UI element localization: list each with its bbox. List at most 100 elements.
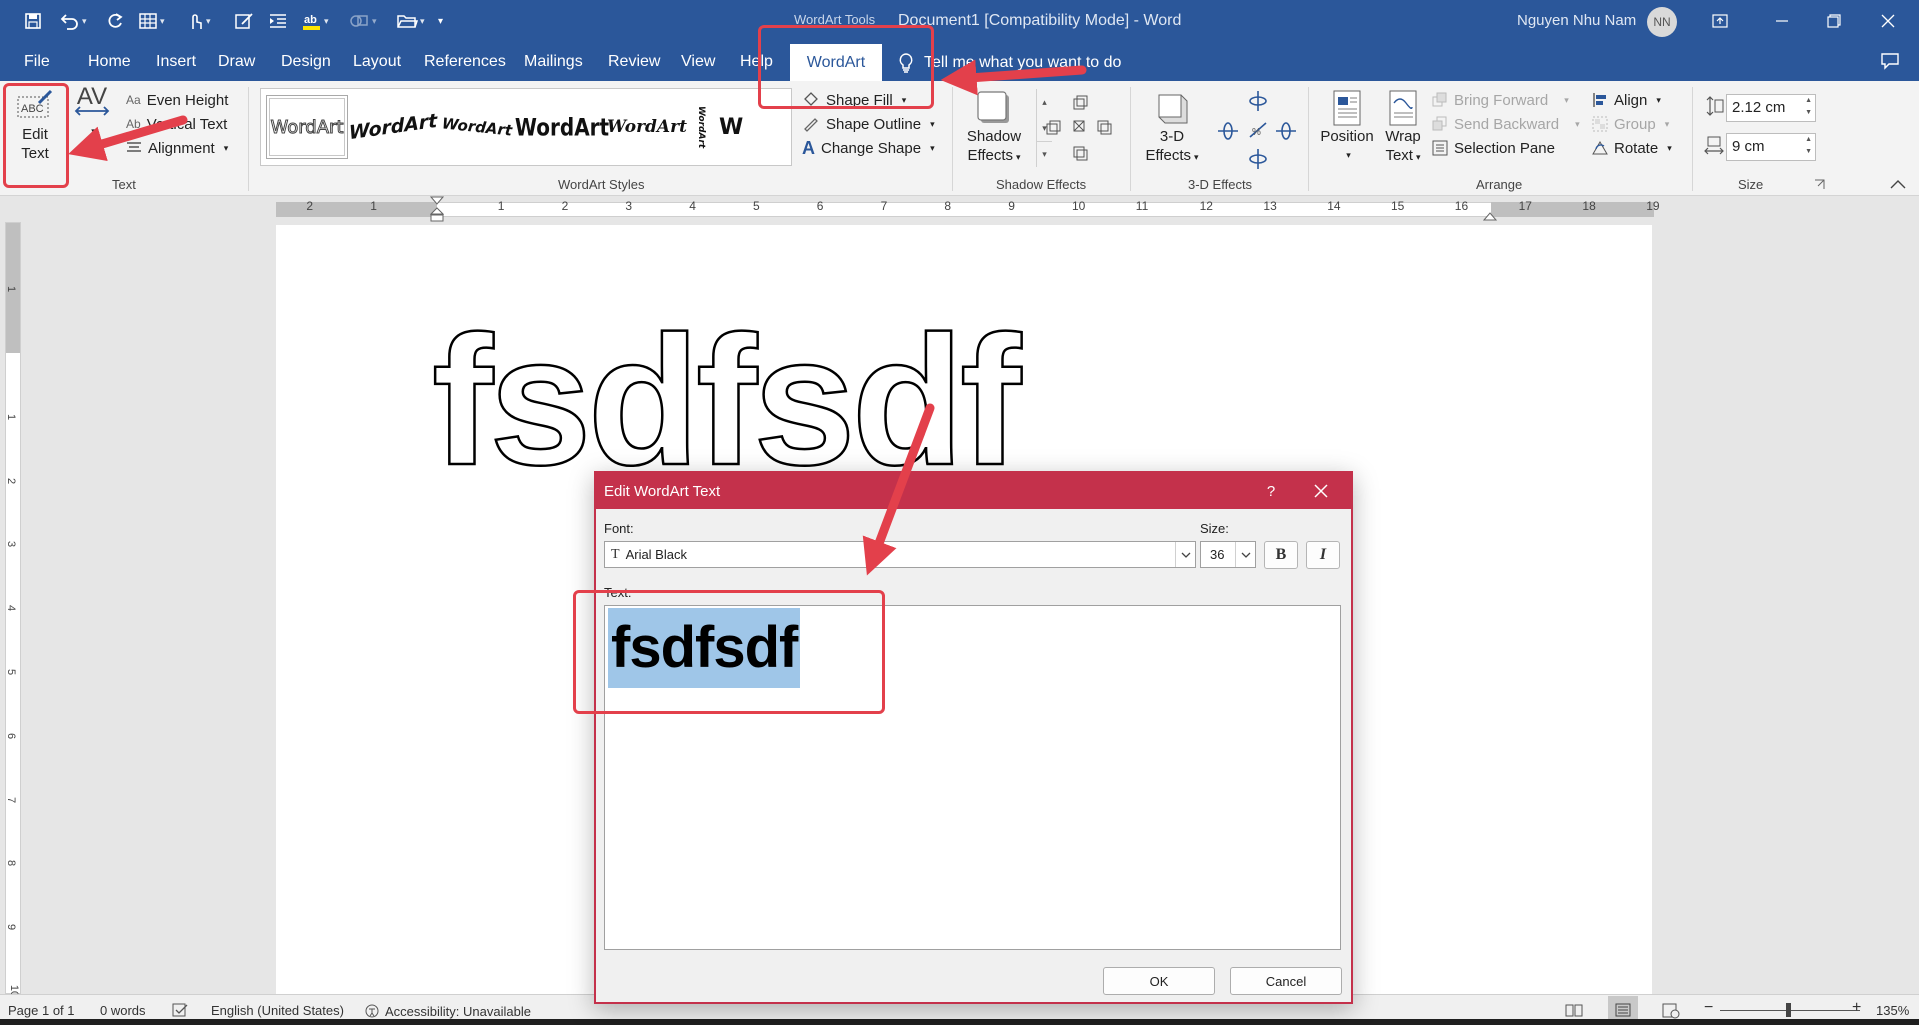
bold-button[interactable]: B (1264, 541, 1298, 569)
indent-marker-icon[interactable] (430, 196, 444, 222)
ribbon: ABC Edit Text AV ▾ Aa Even Height Ab Ver… (0, 81, 1919, 196)
zoom-slider-thumb[interactable] (1786, 1003, 1791, 1017)
tab-review[interactable]: Review (608, 53, 660, 71)
wordart-style-2[interactable]: WordArt (349, 89, 438, 164)
change-shape-button[interactable]: A Change Shape ▾ (802, 137, 935, 159)
tab-home[interactable]: Home (88, 53, 131, 71)
dialog-close-button[interactable] (1306, 478, 1336, 504)
wordart-style-5[interactable]: WordArt (606, 95, 688, 159)
save-icon[interactable] (24, 9, 42, 33)
shadow-effects-button[interactable]: Shadow Effects ▾ (964, 89, 1024, 167)
wrap-text-label-2: Text ▾ (1385, 147, 1421, 164)
3d-cube-icon (1158, 94, 1188, 124)
collapse-ribbon-icon[interactable] (1890, 179, 1906, 189)
wordart-styles-gallery[interactable]: WordArt WordArt WordArt WordArt WordArt … (260, 88, 1052, 167)
ruler-bar (276, 202, 1654, 217)
vertical-ruler[interactable]: 1 1 2 3 4 5 6 7 8 9 10 (5, 222, 21, 997)
ribbon-display-options-icon[interactable] (1698, 4, 1742, 38)
dialog-help-button[interactable]: ? (1256, 479, 1286, 503)
position-button[interactable]: Position ▾ (1318, 89, 1376, 165)
dialog-title-bar[interactable]: Edit WordArt Text ? (596, 473, 1351, 509)
nudge-shadow-icons[interactable] (1040, 91, 1116, 171)
word-count[interactable]: 0 words (100, 1003, 146, 1018)
shape-width-input[interactable]: 9 cm ▲ ▼ (1726, 133, 1816, 161)
touch-mode-icon[interactable]: ▾ (186, 9, 211, 33)
send-backward-button[interactable]: Send Backward ▾ (1432, 113, 1580, 135)
tab-draw[interactable]: Draw (218, 53, 255, 71)
read-mode-icon[interactable] (1565, 1003, 1583, 1017)
web-layout-icon[interactable] (1662, 1003, 1680, 1019)
accessibility-status[interactable]: Accessibility: Unavailable (364, 1003, 531, 1019)
close-window-icon[interactable] (1866, 4, 1910, 38)
zoom-level[interactable]: 135% (1876, 1003, 1909, 1018)
width-spin-down-icon[interactable]: ▼ (1805, 148, 1812, 155)
minimize-icon[interactable] (1760, 4, 1804, 38)
indent-icon[interactable] (268, 9, 288, 33)
ruler-number: 18 (1582, 199, 1596, 213)
tab-layout[interactable]: Layout (353, 53, 401, 71)
3d-effects-button[interactable]: 3-D Effects ▾ (1140, 89, 1204, 167)
zoom-in-button[interactable]: + (1852, 999, 1861, 1017)
group-objects-button[interactable]: Group ▾ (1592, 113, 1669, 135)
text-highlight-icon[interactable]: ab ▾ (302, 9, 329, 33)
table-icon[interactable]: ▾ (138, 9, 165, 33)
size-dropdown[interactable]: 36 (1200, 541, 1256, 568)
size-dialog-launcher-icon[interactable] (1814, 179, 1825, 190)
height-spin-down-icon[interactable]: ▼ (1805, 109, 1812, 116)
width-spin-up-icon[interactable]: ▲ (1805, 136, 1812, 143)
zoom-out-button[interactable]: − (1704, 999, 1713, 1017)
proofing-icon[interactable] (172, 1003, 188, 1017)
user-name[interactable]: Nguyen Nhu Nam (1517, 12, 1636, 29)
tab-view[interactable]: View (681, 53, 715, 71)
ruler-number: 11 (1135, 199, 1149, 213)
spacing-button[interactable]: AV ▾ (72, 85, 112, 141)
bring-forward-button[interactable]: Bring Forward ▾ (1432, 89, 1569, 111)
wordart-style-4[interactable]: WordArt (515, 89, 609, 166)
right-indent-marker-icon[interactable] (1483, 208, 1497, 222)
vertical-text-button[interactable]: Ab Vertical Text (126, 113, 227, 135)
restore-icon[interactable] (1812, 4, 1856, 38)
align-button[interactable]: Align ▾ (1592, 89, 1661, 111)
bring-forward-label: Bring Forward (1454, 91, 1549, 109)
chevron-down-icon[interactable] (1235, 542, 1255, 567)
highlight-text-field (573, 590, 885, 714)
chevron-down-icon[interactable] (1175, 542, 1195, 567)
wordart-style-3[interactable]: WordArt (434, 91, 520, 163)
horizontal-ruler[interactable]: 2 1 1 2 3 4 5 6 7 8 9 10 11 12 13 14 15 16 17 18 19 (0, 196, 1919, 222)
tab-file[interactable]: File (24, 53, 50, 71)
tab-insert[interactable]: Insert (156, 53, 196, 71)
italic-button[interactable]: I (1306, 541, 1340, 569)
undo-icon[interactable]: ▾ (58, 9, 87, 33)
tab-references[interactable]: References (424, 53, 506, 71)
language-indicator[interactable]: English (United States) (211, 1003, 344, 1018)
shapes-icon[interactable]: ▾ (348, 9, 377, 33)
avatar[interactable]: NN (1647, 7, 1677, 37)
comments-icon[interactable] (1880, 52, 1900, 74)
even-height-button[interactable]: Aa Even Height (126, 89, 228, 111)
cancel-button[interactable]: Cancel (1230, 967, 1342, 995)
wordart-object[interactable]: fsdfsdf (431, 307, 1023, 494)
rotate-button[interactable]: Rotate ▾ (1592, 137, 1672, 159)
shape-height-input[interactable]: 2.12 cm ▲ ▼ (1726, 94, 1816, 122)
wordart-style-1[interactable]: WordArt (266, 95, 348, 159)
shape-outline-button[interactable]: Shape Outline ▾ (802, 113, 935, 135)
wordart-style-7[interactable]: W (719, 95, 759, 159)
open-folder-icon[interactable]: ▾ (396, 9, 425, 33)
page-count[interactable]: Page 1 of 1 (8, 1003, 75, 1018)
wrap-text-button[interactable]: Wrap Text ▾ (1378, 89, 1428, 167)
tab-mailings[interactable]: Mailings (524, 53, 583, 71)
tab-design[interactable]: Design (281, 53, 331, 71)
ruler-number: 9 (1008, 199, 1015, 213)
change-shape-label: Change Shape (821, 139, 922, 157)
wordart-style-6[interactable]: WordArt (686, 95, 716, 159)
customize-toolbar-icon[interactable]: ▾ (438, 9, 443, 33)
redo-icon[interactable] (106, 9, 124, 33)
ok-button[interactable]: OK (1103, 967, 1215, 995)
font-label: Font: (604, 521, 634, 536)
font-dropdown[interactable]: T Arial Black (604, 541, 1196, 568)
alignment-button[interactable]: Alignment ▾ (126, 137, 228, 159)
draw-table-icon[interactable] (234, 9, 254, 33)
tilt-icons[interactable]: % (1216, 89, 1302, 171)
height-spin-up-icon[interactable]: ▲ (1805, 97, 1812, 104)
selection-pane-button[interactable]: Selection Pane (1432, 137, 1555, 159)
